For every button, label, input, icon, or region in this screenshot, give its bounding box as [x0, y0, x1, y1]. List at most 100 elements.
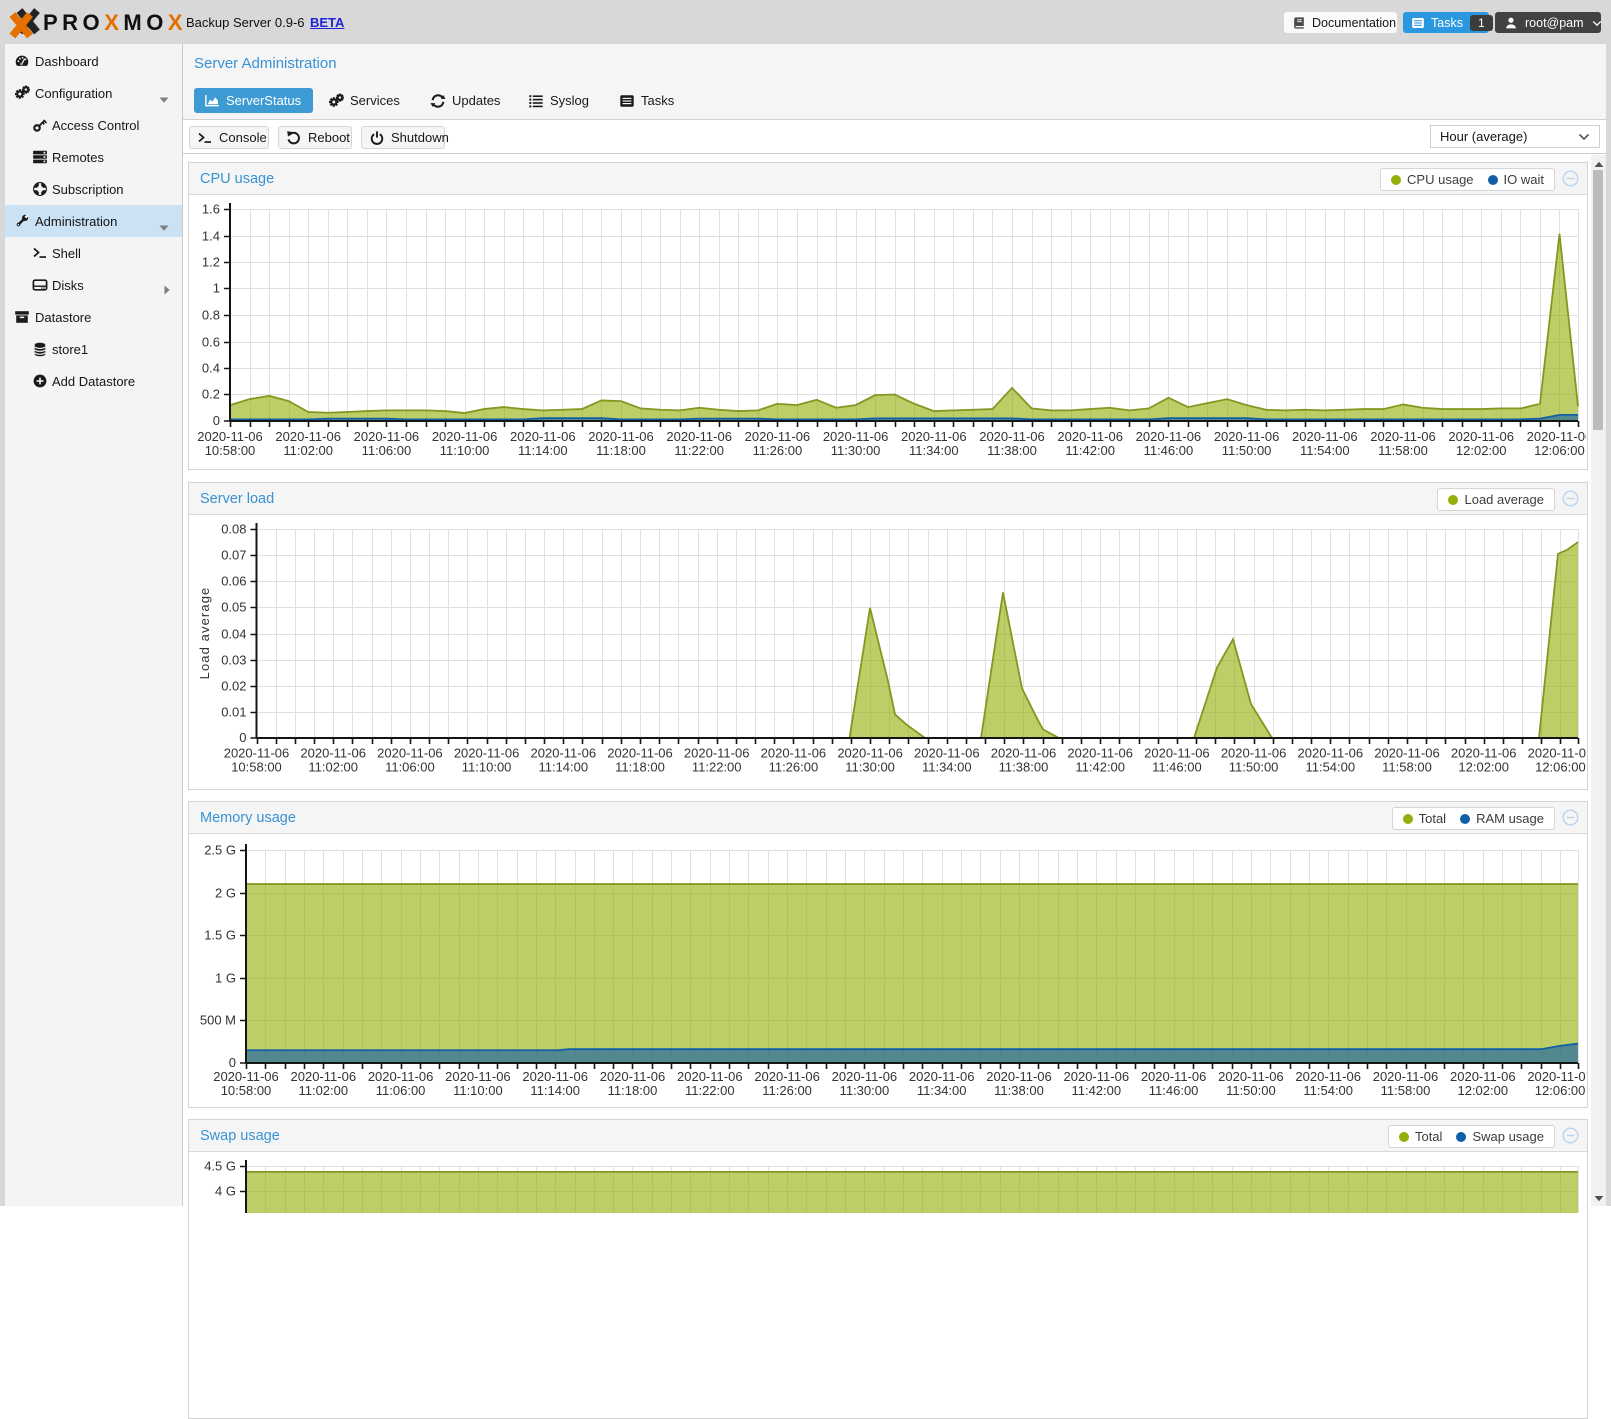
svg-text:2020-11-06: 2020-11-06	[213, 1069, 279, 1084]
svg-text:11:34:00: 11:34:00	[909, 443, 959, 458]
svg-text:11:50:00: 11:50:00	[1222, 443, 1272, 458]
svg-text:2020-11-06: 2020-11-06	[432, 429, 498, 444]
svg-text:11:06:00: 11:06:00	[376, 1083, 426, 1098]
svg-text:0.01: 0.01	[221, 705, 246, 720]
svg-text:1 G: 1 G	[215, 971, 236, 986]
svg-text:2020-11-06: 2020-11-06	[837, 746, 903, 761]
svg-text:11:22:00: 11:22:00	[692, 760, 742, 775]
svg-text:500 M: 500 M	[200, 1013, 236, 1028]
svg-text:2020-11-06: 2020-11-06	[1218, 1069, 1284, 1084]
svg-text:2020-11-06: 2020-11-06	[991, 746, 1057, 761]
svg-text:11:26:00: 11:26:00	[762, 1083, 812, 1098]
svg-text:11:02:00: 11:02:00	[298, 1083, 348, 1098]
svg-text:12:06:00: 12:06:00	[1535, 760, 1586, 775]
svg-text:11:54:00: 11:54:00	[1300, 443, 1350, 458]
svg-text:11:18:00: 11:18:00	[615, 760, 665, 775]
svg-text:11:30:00: 11:30:00	[840, 1083, 890, 1098]
svg-text:0.03: 0.03	[221, 653, 246, 668]
svg-text:2 G: 2 G	[215, 886, 236, 901]
svg-text:2020-11-06: 2020-11-06	[197, 429, 263, 444]
svg-text:2020-11-06: 2020-11-06	[1374, 746, 1440, 761]
svg-text:11:18:00: 11:18:00	[596, 443, 646, 458]
svg-text:0.2: 0.2	[202, 387, 220, 402]
svg-text:2020-11-06: 2020-11-06	[510, 429, 576, 444]
svg-text:0: 0	[239, 730, 246, 745]
svg-text:2020-11-06: 2020-11-06	[1144, 746, 1210, 761]
svg-text:11:30:00: 11:30:00	[831, 443, 881, 458]
svg-text:2020-11-06: 2020-11-06	[588, 429, 654, 444]
svg-text:11:50:00: 11:50:00	[1229, 760, 1279, 775]
svg-text:2020-11-06: 2020-11-06	[1136, 429, 1202, 444]
svg-text:2020-11-06: 2020-11-06	[300, 746, 366, 761]
svg-text:11:34:00: 11:34:00	[922, 760, 972, 775]
svg-text:11:42:00: 11:42:00	[1065, 443, 1115, 458]
svg-text:1.4: 1.4	[202, 229, 220, 244]
svg-text:11:10:00: 11:10:00	[453, 1083, 503, 1098]
svg-text:11:50:00: 11:50:00	[1226, 1083, 1276, 1098]
svg-text:11:14:00: 11:14:00	[530, 1083, 580, 1098]
svg-text:11:58:00: 11:58:00	[1378, 443, 1428, 458]
svg-text:0: 0	[213, 413, 220, 428]
svg-text:1.2: 1.2	[202, 255, 220, 270]
svg-text:2020-11-06: 2020-11-06	[1527, 429, 1586, 444]
svg-text:2020-11-06: 2020-11-06	[600, 1069, 666, 1084]
svg-text:11:10:00: 11:10:00	[440, 443, 490, 458]
svg-text:11:38:00: 11:38:00	[999, 760, 1049, 775]
svg-text:11:02:00: 11:02:00	[308, 760, 358, 775]
svg-text:2020-11-06: 2020-11-06	[607, 746, 673, 761]
svg-text:0.4: 0.4	[202, 361, 220, 376]
svg-text:1: 1	[213, 281, 220, 296]
svg-text:2020-11-06: 2020-11-06	[1214, 429, 1280, 444]
svg-text:2020-11-06: 2020-11-06	[368, 1069, 434, 1084]
svg-text:1.5 G: 1.5 G	[204, 928, 236, 943]
svg-text:11:26:00: 11:26:00	[769, 760, 819, 775]
svg-text:2020-11-06: 2020-11-06	[823, 429, 889, 444]
svg-text:0.06: 0.06	[221, 574, 246, 589]
svg-text:11:42:00: 11:42:00	[1075, 760, 1125, 775]
svg-text:2020-11-06: 2020-11-06	[1057, 429, 1123, 444]
svg-text:2020-11-06: 2020-11-06	[1067, 746, 1133, 761]
svg-text:2020-11-06: 2020-11-06	[832, 1069, 898, 1084]
svg-text:0.08: 0.08	[221, 522, 246, 537]
svg-text:2020-11-06: 2020-11-06	[522, 1069, 588, 1084]
svg-text:11:14:00: 11:14:00	[538, 760, 588, 775]
svg-text:0.05: 0.05	[221, 600, 246, 615]
svg-text:10:58:00: 10:58:00	[231, 760, 282, 775]
svg-text:0.6: 0.6	[202, 335, 220, 350]
svg-text:11:06:00: 11:06:00	[385, 760, 435, 775]
svg-text:11:46:00: 11:46:00	[1144, 443, 1194, 458]
svg-text:11:18:00: 11:18:00	[608, 1083, 658, 1098]
svg-text:2020-11-06: 2020-11-06	[275, 429, 341, 444]
svg-text:2020-11-06: 2020-11-06	[1141, 1069, 1207, 1084]
svg-text:2020-11-06: 2020-11-06	[1527, 1069, 1586, 1084]
svg-text:11:38:00: 11:38:00	[987, 443, 1037, 458]
svg-text:11:46:00: 11:46:00	[1152, 760, 1202, 775]
svg-text:12:06:00: 12:06:00	[1535, 1083, 1586, 1098]
svg-text:12:02:00: 12:02:00	[1458, 760, 1509, 775]
svg-text:11:26:00: 11:26:00	[753, 443, 803, 458]
svg-text:0.02: 0.02	[221, 679, 246, 694]
svg-text:2020-11-06: 2020-11-06	[684, 746, 750, 761]
svg-text:11:22:00: 11:22:00	[674, 443, 724, 458]
svg-text:4.5 G: 4.5 G	[204, 1159, 236, 1174]
svg-text:11:34:00: 11:34:00	[917, 1083, 967, 1098]
svg-text:12:06:00: 12:06:00	[1534, 443, 1585, 458]
svg-text:11:02:00: 11:02:00	[283, 443, 333, 458]
svg-text:0: 0	[229, 1055, 236, 1070]
svg-text:2020-11-06: 2020-11-06	[1373, 1069, 1439, 1084]
svg-text:2020-11-06: 2020-11-06	[914, 746, 980, 761]
svg-text:11:10:00: 11:10:00	[462, 760, 512, 775]
svg-text:11:58:00: 11:58:00	[1381, 1083, 1431, 1098]
svg-text:2020-11-06: 2020-11-06	[445, 1069, 511, 1084]
svg-text:2020-11-06: 2020-11-06	[666, 429, 732, 444]
svg-text:Load average: Load average	[197, 587, 212, 680]
svg-text:11:54:00: 11:54:00	[1305, 760, 1355, 775]
svg-text:4 G: 4 G	[215, 1184, 236, 1199]
svg-text:0.07: 0.07	[221, 548, 246, 563]
svg-text:2020-11-06: 2020-11-06	[1448, 429, 1514, 444]
svg-text:2020-11-06: 2020-11-06	[531, 746, 597, 761]
svg-text:12:02:00: 12:02:00	[1457, 1083, 1508, 1098]
svg-text:2020-11-06: 2020-11-06	[745, 429, 811, 444]
svg-text:10:58:00: 10:58:00	[221, 1083, 272, 1098]
svg-text:11:38:00: 11:38:00	[994, 1083, 1044, 1098]
